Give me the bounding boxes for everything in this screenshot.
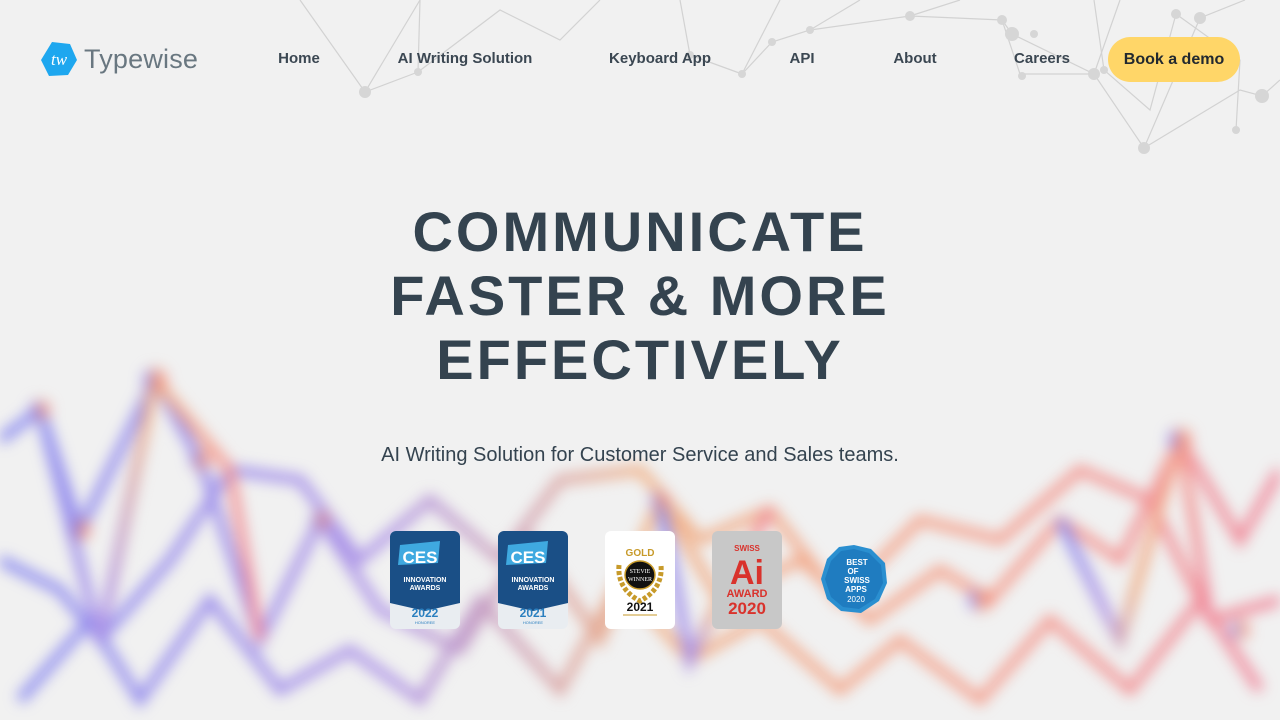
svg-text:CES: CES [403,548,438,567]
badge-best-of-swiss-apps-2020: BEST OF SWISS APPS 2020 [819,531,889,629]
ces-award-icon: CES INNOVATION AWARDS 2022 HONOREE [390,531,460,629]
svg-text:AWARDS: AWARDS [518,585,549,592]
hero-title-line: COMMUNICATE [412,200,868,263]
svg-text:SWISS: SWISS [844,576,870,585]
book-demo-button[interactable]: Book a demo [1108,37,1240,82]
svg-text:INNOVATION: INNOVATION [512,577,555,584]
svg-text:GOLD: GOLD [626,548,655,559]
svg-text:tw: tw [51,50,68,69]
swiss-ai-award-icon: SWISS Ai AWARD 2020 [712,531,782,629]
nav-keyboard-app[interactable]: Keyboard App [609,50,711,67]
svg-text:2021: 2021 [520,606,547,620]
nav-ai-writing-solution[interactable]: AI Writing Solution [398,50,533,67]
hero-title: COMMUNICATE FASTER & MORE EFFECTIVELY [0,200,1280,392]
svg-text:APPS: APPS [845,585,867,594]
svg-text:Ai: Ai [730,554,764,592]
best-of-swiss-apps-icon: BEST OF SWISS APPS 2020 [821,545,887,613]
svg-text:2020: 2020 [728,599,766,618]
svg-text:SWISS: SWISS [734,544,760,553]
stevie-award-icon: GOLD STEVIE WINNER 2021 [605,531,675,629]
hero-subtitle: AI Writing Solution for Customer Service… [381,444,899,466]
svg-text:AWARDS: AWARDS [410,585,441,592]
badge-swiss-ai-award-2020: SWISS Ai AWARD 2020 [712,531,782,629]
svg-text:2020: 2020 [847,595,865,604]
nav-about[interactable]: About [893,50,936,67]
ces-award-icon: CES INNOVATION AWARDS 2021 HONOREE [498,531,568,629]
svg-text:INNOVATION: INNOVATION [404,577,447,584]
hero-title-line: FASTER & MORE [390,264,890,327]
nav-careers[interactable]: Careers [1014,50,1070,67]
svg-text:WINNER: WINNER [628,577,652,583]
svg-text:HONOREE: HONOREE [415,620,436,625]
nav-home[interactable]: Home [278,50,320,67]
svg-text:2022: 2022 [412,606,439,620]
svg-text:OF: OF [847,567,858,576]
hero-title-line: EFFECTIVELY [436,328,844,391]
svg-text:2021: 2021 [627,600,654,614]
badge-ces-2022: CES INNOVATION AWARDS 2022 HONOREE [390,531,460,629]
nav-api[interactable]: API [789,50,814,67]
svg-text:STEVIE: STEVIE [630,569,651,575]
brand-logo[interactable]: tw Typewise [40,40,198,78]
typewise-logo-icon: tw [41,42,77,76]
svg-text:HONOREE: HONOREE [523,620,544,625]
brand-name: Typewise [84,43,199,74]
badge-stevie-gold-2021: GOLD STEVIE WINNER 2021 [605,531,675,629]
svg-text:BEST: BEST [846,558,867,567]
svg-text:CES: CES [511,548,546,567]
badge-ces-2021: CES INNOVATION AWARDS 2021 HONOREE [498,531,568,629]
